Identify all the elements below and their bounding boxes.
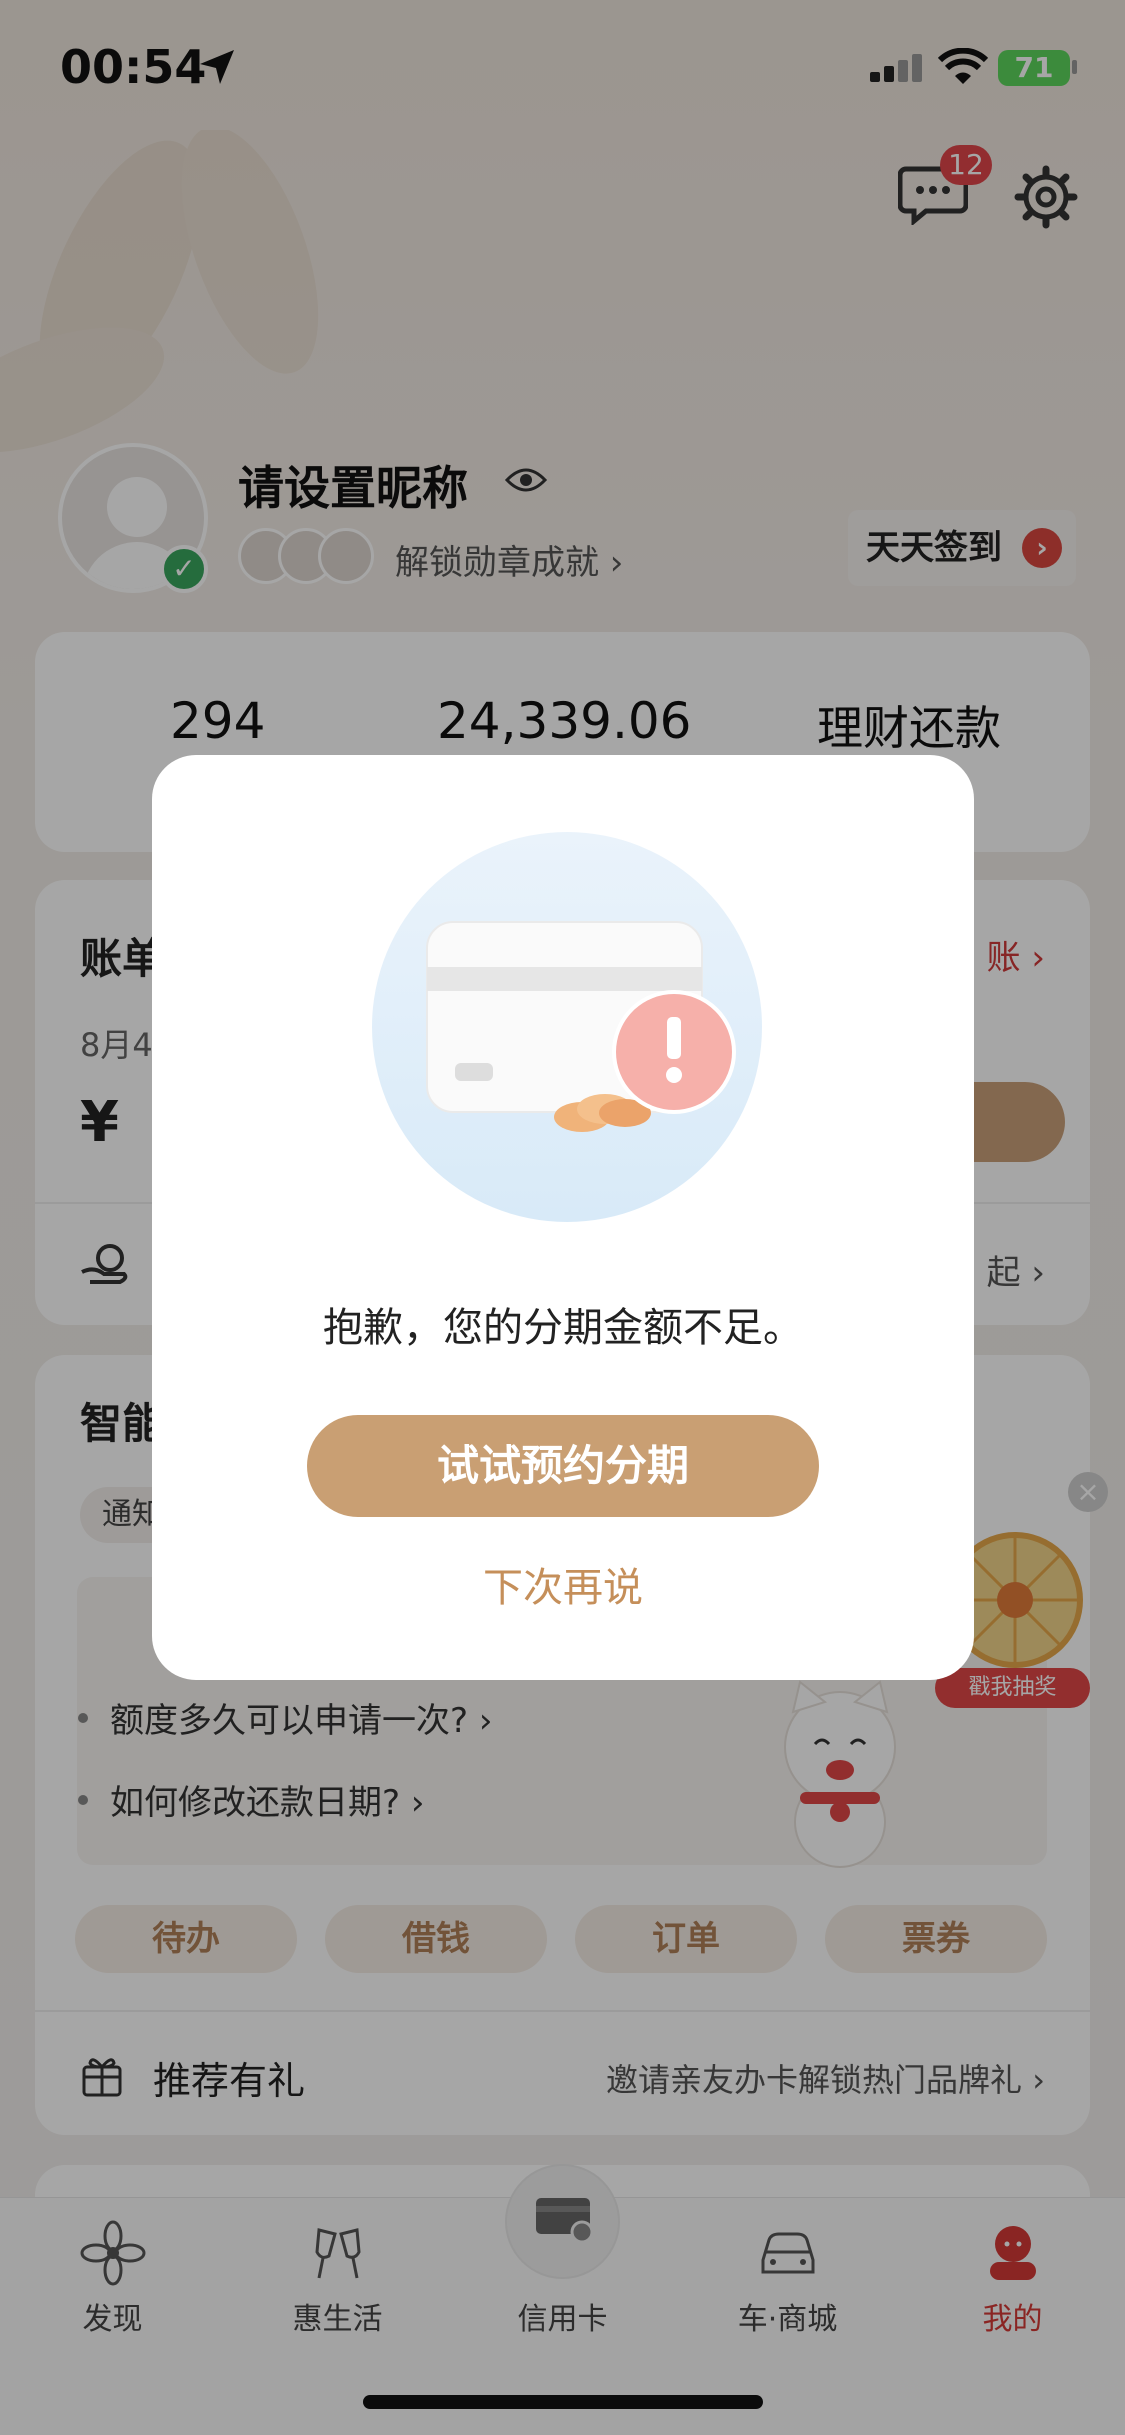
app-page: 00:54 71 12 ✓ 请设置昵称 解锁勋章成就 › 天天签到 › 294 … (0, 0, 1125, 2435)
installment-insufficient-dialog: 抱歉，您的分期金额不足。 试试预约分期 下次再说 (152, 755, 974, 1680)
card-warning-illustration (372, 832, 762, 1222)
dialog-message: 抱歉，您的分期金额不足。 (323, 1305, 803, 1351)
try-reserve-installment-button[interactable]: 试试预约分期 (307, 1415, 819, 1517)
maybe-later-button[interactable]: 下次再说 (152, 1555, 974, 1613)
